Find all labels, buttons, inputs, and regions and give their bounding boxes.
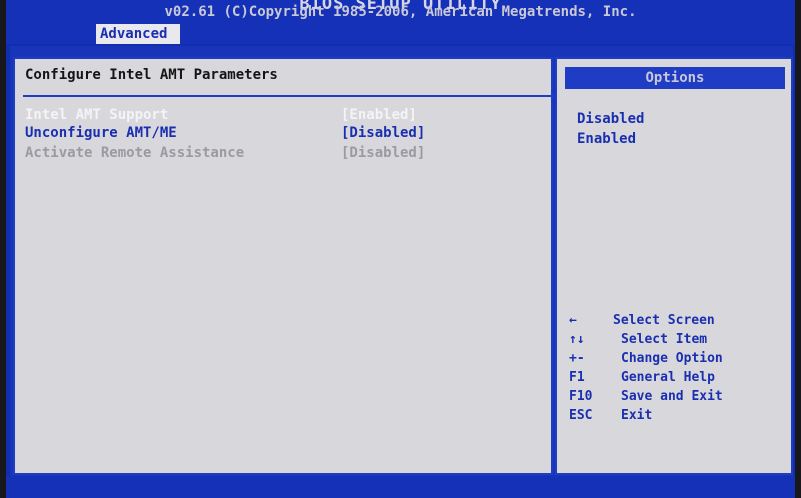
help-text: Change Option: [621, 351, 723, 366]
copyright-text: v02.61 (C)Copyright 1985-2006, American …: [164, 4, 637, 20]
help-key: ESC: [569, 408, 593, 423]
setting-value: [Disabled]: [341, 145, 426, 161]
help-row: +- Change Option: [569, 351, 789, 370]
setting-label: Activate Remote Assistance: [25, 145, 245, 161]
setting-intel-amt-support[interactable]: Intel AMT Support [Enabled]: [25, 107, 545, 125]
setting-label: Unconfigure AMT/ME: [25, 125, 177, 141]
footer-bar: [6, 476, 795, 498]
help-row: F1 General Help: [569, 370, 789, 389]
help-key: ↑↓: [569, 332, 585, 347]
help-row: ESC Exit: [569, 408, 789, 427]
options-header: Options: [565, 67, 785, 89]
screen-bezel-right: [795, 0, 801, 498]
tab-advanced[interactable]: Advanced: [96, 24, 180, 44]
page-title: Configure Intel AMT Parameters: [25, 67, 278, 83]
screen-bezel-left: [0, 0, 6, 498]
help-key: ←: [569, 313, 577, 328]
help-row: ← Select Screen: [569, 313, 789, 332]
option-disabled[interactable]: Disabled: [577, 111, 644, 127]
heading-divider: [23, 95, 557, 97]
help-text: Select Item: [621, 332, 708, 347]
bios-screen: BIOS SETUP UTILITY Advanced Configure In…: [0, 0, 801, 498]
setting-label: Intel AMT Support: [25, 107, 169, 123]
help-text: General Help: [621, 370, 715, 385]
setting-value[interactable]: [Enabled]: [341, 107, 417, 123]
help-row: F10 Save and Exit: [569, 389, 789, 408]
help-key: +-: [569, 351, 585, 366]
setting-activate-remote-assistance: Activate Remote Assistance [Disabled]: [25, 145, 545, 163]
options-panel: Options Disabled Enabled ← Select Screen…: [555, 57, 793, 475]
help-text: Exit: [621, 408, 653, 423]
help-key: F1: [569, 370, 585, 385]
setting-value[interactable]: [Disabled]: [341, 125, 425, 141]
help-text: Select Screen: [613, 313, 715, 328]
setting-unconfigure-amt-me[interactable]: Unconfigure AMT/ME [Disabled]: [25, 125, 545, 143]
main-panel: Configure Intel AMT Parameters Intel AMT…: [13, 57, 557, 475]
help-row: ↑↓ Select Item: [569, 332, 789, 351]
key-help-list: ← Select Screen ↑↓ Select Item +- Change…: [569, 313, 789, 427]
option-enabled[interactable]: Enabled: [577, 131, 636, 147]
help-key: F10: [569, 389, 593, 404]
help-text: Save and Exit: [621, 389, 723, 404]
